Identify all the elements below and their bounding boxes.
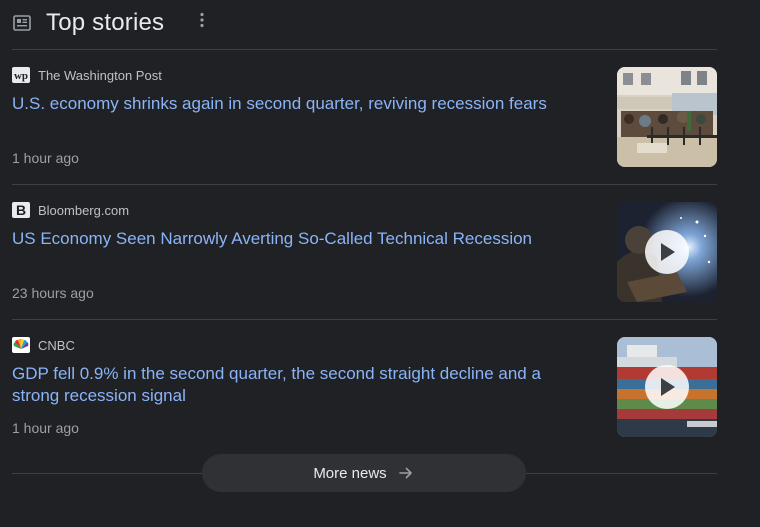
story-source: B Bloomberg.com [12, 202, 129, 218]
story-card[interactable]: wp The Washington Post U.S. economy shri… [12, 67, 717, 167]
page-title: Top stories [46, 9, 165, 36]
svg-text:B: B [16, 202, 26, 218]
play-button[interactable] [645, 365, 689, 409]
story-source: wp The Washington Post [12, 67, 162, 83]
source-name: Bloomberg.com [38, 202, 130, 218]
story-timestamp: 1 hour ago [12, 420, 79, 436]
more-vert-icon [200, 12, 204, 33]
source-name: The Washington Post [38, 67, 162, 83]
more-news-label: More news [313, 464, 387, 482]
story-thumbnail[interactable] [617, 337, 717, 437]
story-timestamp: 23 hours ago [12, 285, 94, 301]
newspaper-icon [12, 13, 32, 33]
story-source: CNBC [12, 337, 75, 353]
story-thumbnail[interactable] [617, 67, 717, 167]
top-stories-panel: Top stories wp The Washington Post U.S. … [0, 0, 760, 527]
divider [12, 184, 717, 185]
arrow-right-icon [397, 464, 415, 482]
story-timestamp: 1 hour ago [12, 150, 79, 166]
story-headline-link[interactable]: US Economy Seen Narrowly Averting So-Cal… [12, 228, 582, 250]
divider [12, 473, 202, 474]
more-news-button[interactable]: More news [202, 454, 526, 492]
top-stories-header: Top stories [12, 4, 164, 42]
svg-text:wp: wp [14, 70, 28, 82]
story-headline-link[interactable]: U.S. economy shrinks again in second qua… [12, 93, 582, 115]
story-headline-link[interactable]: GDP fell 0.9% in the second quarter, the… [12, 363, 582, 407]
divider [12, 319, 717, 320]
story-card[interactable]: CNBC GDP fell 0.9% in the second quarter… [12, 337, 717, 437]
washington-post-favicon: wp [12, 67, 30, 83]
play-icon [658, 377, 676, 397]
cnbc-peacock-favicon [12, 337, 30, 353]
restaurant-street-photo [617, 67, 717, 167]
story-card[interactable]: B Bloomberg.com US Economy Seen Narrowly… [12, 202, 717, 302]
bloomberg-favicon: B [12, 202, 30, 218]
play-icon [658, 242, 676, 262]
play-button[interactable] [645, 230, 689, 274]
divider [12, 49, 717, 50]
source-name: CNBC [38, 337, 75, 353]
more-options-button[interactable] [192, 10, 212, 34]
story-thumbnail[interactable] [617, 202, 717, 302]
divider [526, 473, 717, 474]
